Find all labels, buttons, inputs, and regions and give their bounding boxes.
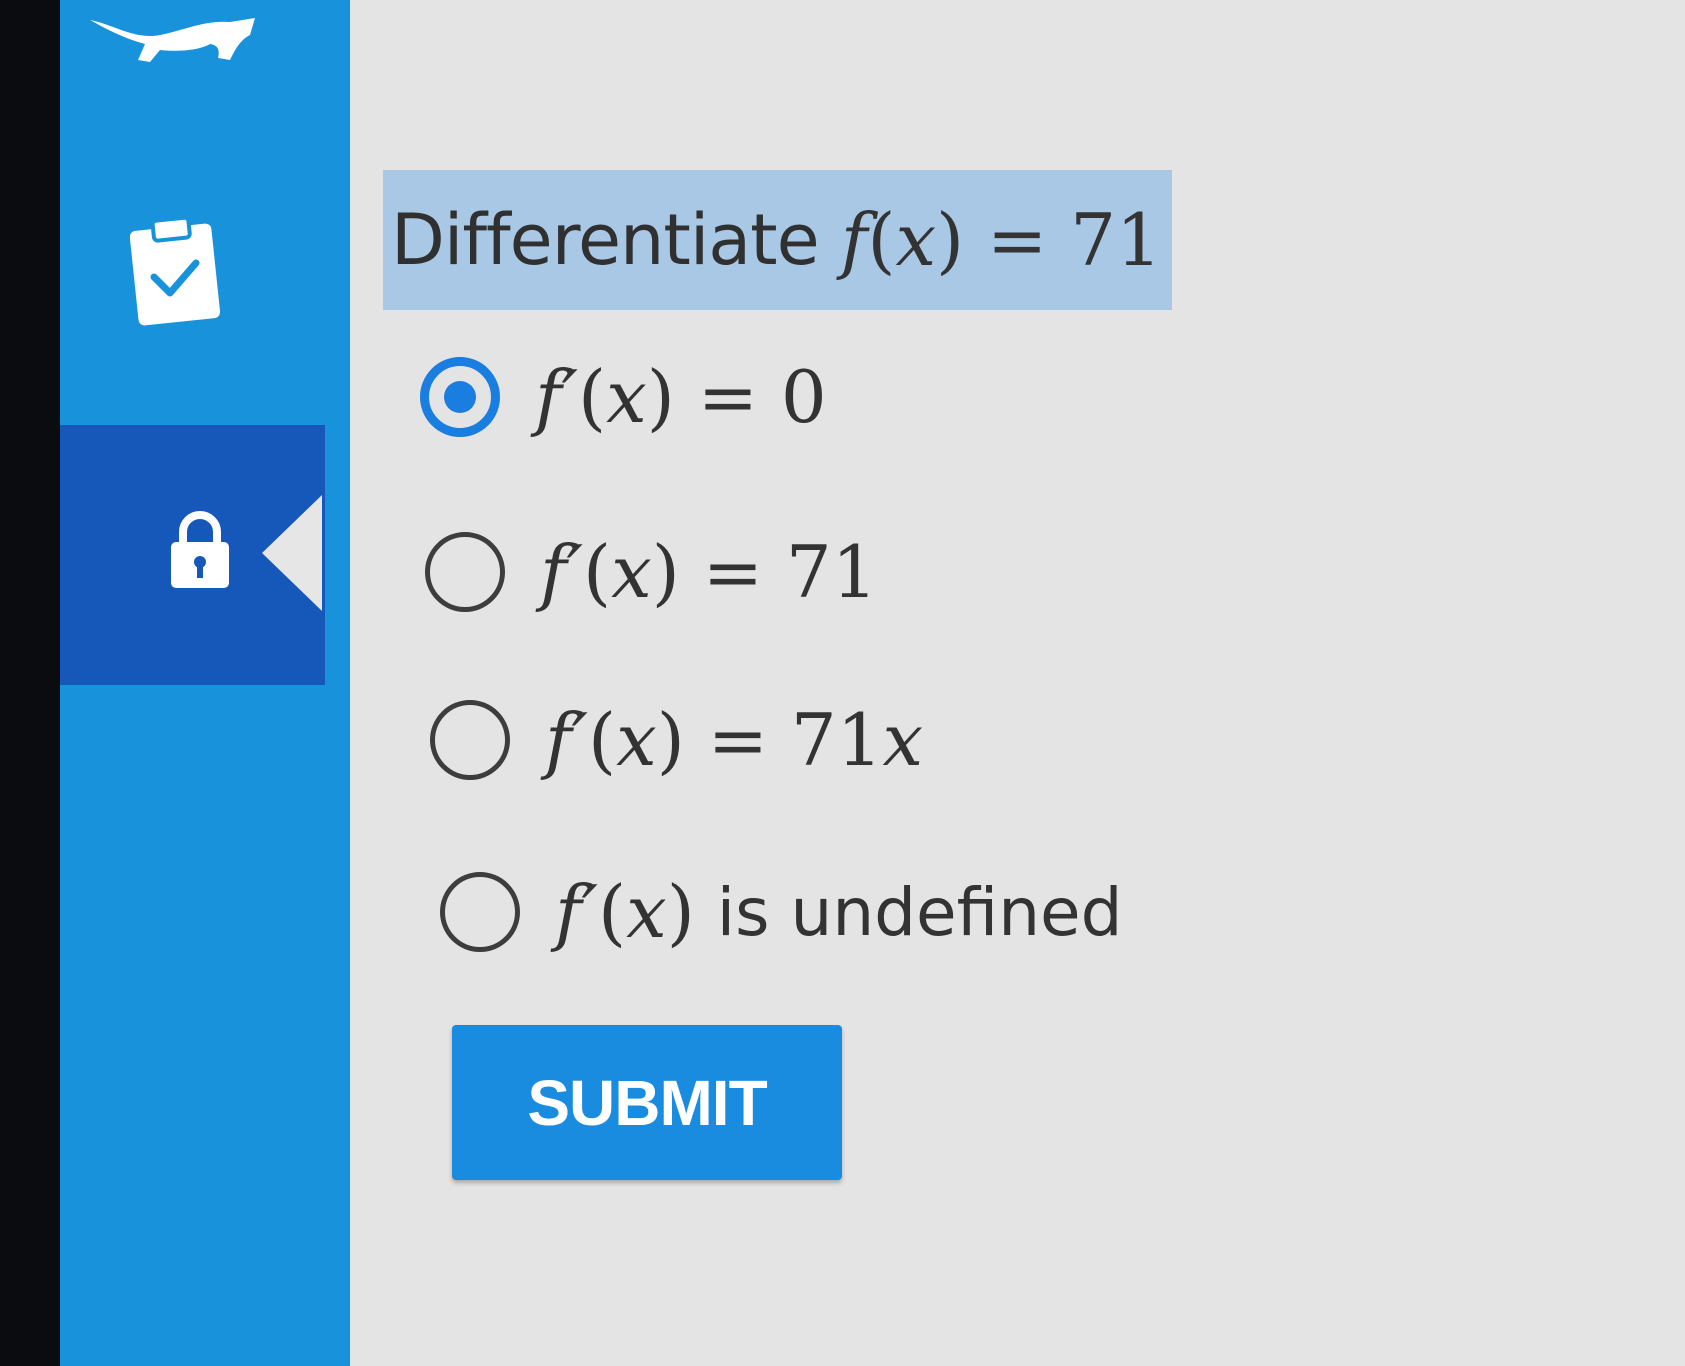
option-3-label: f′(x) = 71x <box>545 698 924 782</box>
answer-option-3[interactable]: f′(x) = 71x <box>430 698 923 782</box>
radio-button[interactable] <box>425 532 505 612</box>
option-4-label: f′(x) <box>555 870 695 954</box>
question-prompt: Differentiate f(x) = 71 <box>383 170 1172 310</box>
radio-button[interactable] <box>430 700 510 780</box>
question-text: Differentiate <box>391 199 820 281</box>
clipboard-check-icon[interactable] <box>130 215 230 330</box>
sidebar-active-notch <box>262 495 322 611</box>
question-expression: f(x) = 71 <box>840 198 1162 282</box>
logo-icon[interactable] <box>90 0 260 70</box>
option-2-label: f′(x) = 71 <box>540 530 878 614</box>
answer-option-2[interactable]: f′(x) = 71 <box>425 530 878 614</box>
submit-button[interactable]: SUBMIT <box>452 1025 842 1180</box>
answer-option-1[interactable]: f′(x) = 0 <box>420 355 827 439</box>
option-1-label: f′(x) = 0 <box>535 355 827 439</box>
answer-option-4[interactable]: f′(x) is undefined <box>440 870 1123 954</box>
lock-icon <box>171 511 229 588</box>
option-4-text: is undefined <box>716 873 1123 951</box>
radio-button-selected[interactable] <box>420 357 500 437</box>
radio-button[interactable] <box>440 872 520 952</box>
screen: Differentiate f(x) = 71 f′(x) = 0 f′(x) … <box>0 0 1685 1366</box>
